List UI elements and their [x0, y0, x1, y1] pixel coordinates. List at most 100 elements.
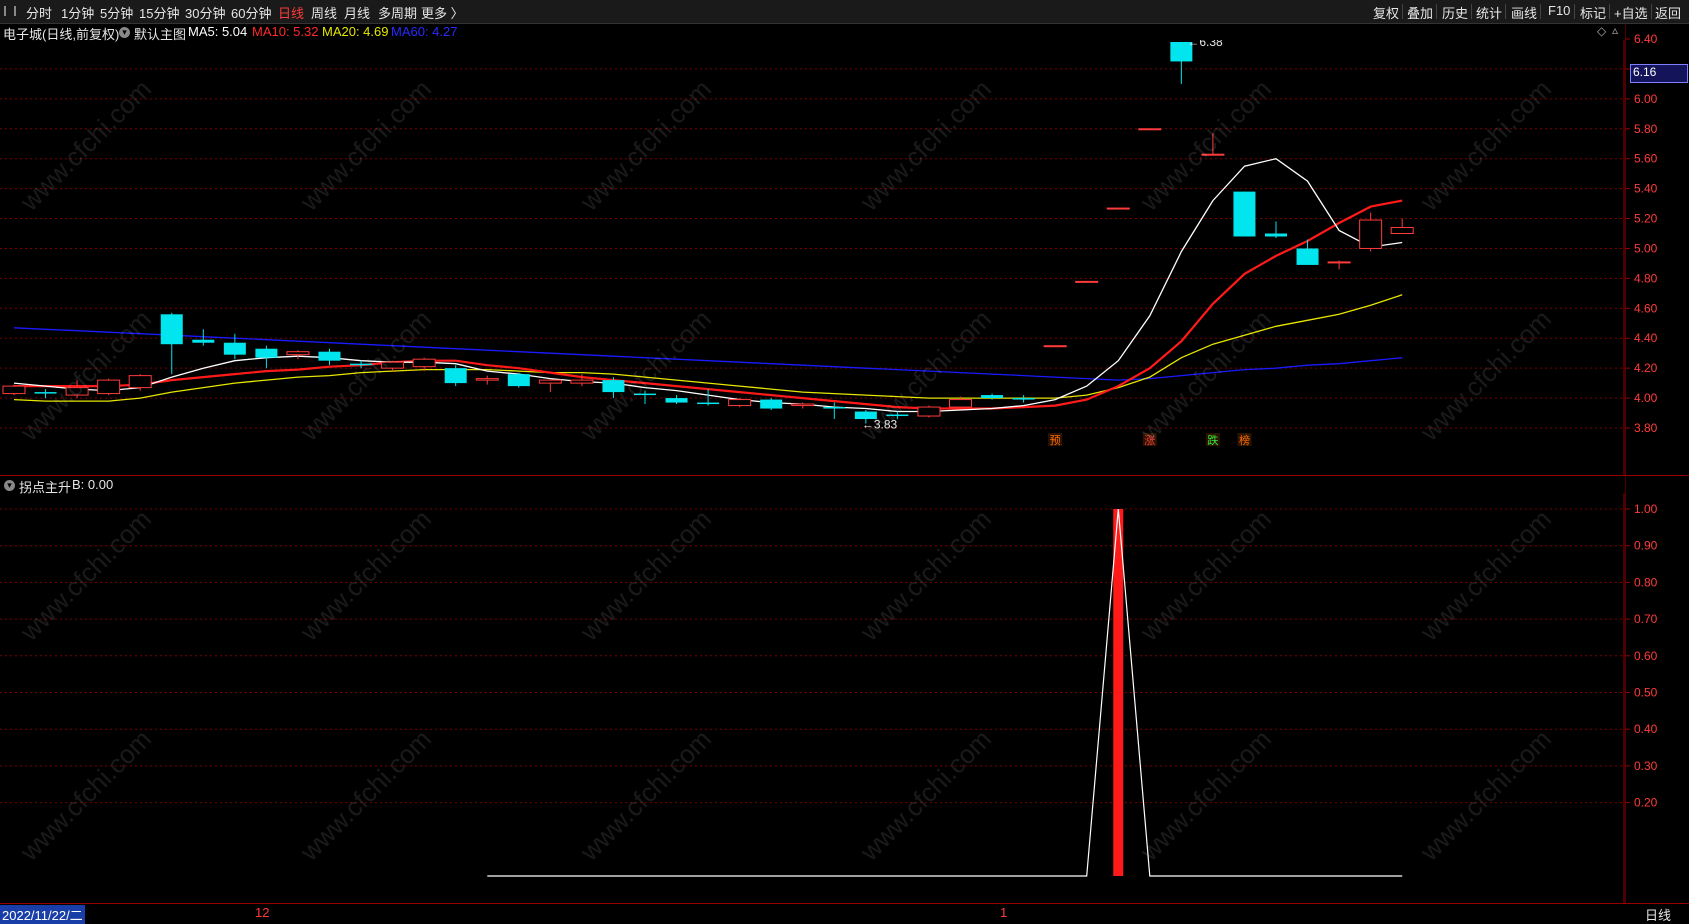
candle-body	[223, 342, 246, 355]
indicator-line	[487, 508, 1403, 877]
low-price-label: ←3.83	[862, 418, 898, 432]
candle-body	[697, 402, 720, 405]
price-tick-label: 5.20	[1634, 212, 1658, 226]
fuquan-button[interactable]: 复权	[1373, 3, 1399, 22]
indicator-tick-label: 0.30	[1634, 759, 1658, 773]
candle-body	[570, 379, 594, 384]
f10-button[interactable]: F10	[1548, 3, 1570, 18]
statistics-button[interactable]: 统计	[1476, 3, 1502, 22]
indicator-tick-label: 0.20	[1634, 796, 1658, 810]
price-tick-label: 4.00	[1634, 391, 1658, 405]
tab-timeframe-15min[interactable]: 15分钟	[139, 3, 179, 22]
divider	[1471, 4, 1472, 19]
tab-timeframe-daily[interactable]: 日线	[278, 3, 304, 22]
candle-body	[538, 379, 562, 384]
mark-button[interactable]: 标记	[1580, 3, 1606, 22]
tab-timeframe-30min[interactable]: 30分钟	[185, 3, 225, 22]
collapse-icon[interactable]: ▵	[1612, 23, 1618, 37]
draw-line-button[interactable]: 画线	[1511, 3, 1537, 22]
price-tick-label: 4.60	[1634, 301, 1658, 315]
tab-timeframe-1min[interactable]: 1分钟	[61, 3, 94, 22]
price-axis: 6.406.206.005.805.605.405.205.004.804.60…	[1625, 23, 1658, 476]
candle-body	[728, 399, 752, 407]
tab-timeframe-monthly[interactable]: 月线	[344, 3, 370, 22]
candle-body	[350, 363, 373, 366]
signal-marker: 涨	[1144, 434, 1155, 447]
candle-body	[1043, 345, 1067, 348]
indicator-chart[interactable]	[0, 493, 1625, 903]
tab-timeframe-multi[interactable]: 多周期	[378, 3, 417, 22]
candle-body	[665, 398, 688, 403]
price-tick-label: 5.60	[1634, 152, 1658, 166]
price-tick-label: 6.00	[1634, 92, 1658, 106]
price-tick-label: 5.80	[1634, 122, 1658, 136]
ma5-value: MA5: 5.04	[188, 24, 248, 39]
indicator-tick-label: 0.80	[1634, 575, 1658, 589]
candle-body	[634, 393, 656, 396]
price-tick-label: 6.40	[1634, 32, 1658, 46]
history-button[interactable]: 历史	[1442, 3, 1468, 22]
kline-chart[interactable]: ←6.38 ←3.83 预 涨 跌 榜	[0, 40, 1625, 476]
indicator-tick-label: 1.00	[1634, 502, 1658, 516]
ma5-line	[13, 157, 1403, 413]
tab-timeframe-fenshi[interactable]: 分时	[26, 3, 52, 22]
candle-body	[412, 358, 436, 368]
tab-timeframe-weekly[interactable]: 周线	[311, 3, 337, 22]
add-watchlist-button[interactable]: +自选	[1614, 3, 1648, 22]
candle-body	[192, 339, 215, 343]
time-axis: 2022/11/22/二 12 1 日线	[0, 903, 1689, 924]
price-tick-label: 4.40	[1634, 331, 1658, 345]
candle-body	[475, 378, 499, 381]
price-tick-label: 4.80	[1634, 271, 1658, 285]
candle-body	[1296, 248, 1319, 265]
ma60-value: MA60: 4.27	[391, 24, 458, 39]
panel-divider	[0, 475, 1689, 476]
indicator-tick-label: 0.60	[1634, 649, 1658, 663]
candle-body	[128, 375, 152, 389]
candle-body	[34, 392, 57, 394]
price-tick-label: 3.80	[1634, 421, 1658, 435]
price-tick-label: 5.00	[1634, 241, 1658, 255]
candle-body	[97, 379, 121, 395]
indicator-tick-label: 0.40	[1634, 722, 1658, 736]
tab-timeframe-60min[interactable]: 60分钟	[231, 3, 271, 22]
candle-body	[2, 385, 26, 395]
divider	[1574, 4, 1575, 19]
candle-body	[791, 403, 815, 407]
period-label[interactable]: 日线	[1645, 905, 1671, 924]
divider	[1651, 4, 1652, 19]
candle-body	[1265, 233, 1287, 237]
candle-body	[286, 351, 310, 356]
price-tick-label: 4.20	[1634, 361, 1658, 375]
indicator-tick-label: 0.90	[1634, 539, 1658, 553]
indicator-tick-label: 0.70	[1634, 612, 1658, 626]
candle-body	[602, 380, 625, 393]
divider	[1402, 4, 1403, 19]
candle-body	[823, 407, 846, 409]
indicator-tick-label: 0.50	[1634, 686, 1658, 700]
ma20-line	[13, 294, 1403, 402]
diamond-icon[interactable]: ◇	[1597, 24, 1606, 38]
signal-marker: 跌	[1207, 433, 1218, 447]
candle-body	[1359, 219, 1383, 249]
candle-body	[381, 361, 405, 369]
candle-body	[1106, 207, 1130, 210]
month-tick-1: 1	[1000, 905, 1008, 920]
tab-timeframe-5min[interactable]: 5分钟	[100, 3, 133, 22]
candle-body	[981, 395, 1004, 399]
candle-body	[255, 348, 278, 358]
candle-body	[1390, 227, 1414, 234]
indicator-menu-icon[interactable]: ▾	[4, 480, 15, 491]
candle-body	[949, 399, 972, 408]
candle-body	[1138, 128, 1162, 131]
tab-timeframe-more[interactable]: 更多 〉	[421, 3, 464, 22]
candle-body	[444, 368, 467, 384]
ma10-value: MA10: 5.32	[252, 24, 319, 39]
top-toolbar: 分时 1分钟 5分钟 15分钟 30分钟 60分钟 日线 周线 月线 多周期 更…	[0, 0, 1689, 24]
candle-body	[318, 351, 341, 361]
overlay-button[interactable]: 叠加	[1407, 3, 1433, 22]
divider	[1540, 4, 1541, 19]
high-price-label: ←6.38	[1187, 40, 1223, 49]
template-dropdown-icon[interactable]: ▾	[119, 27, 130, 38]
back-button[interactable]: 返回	[1655, 3, 1681, 22]
